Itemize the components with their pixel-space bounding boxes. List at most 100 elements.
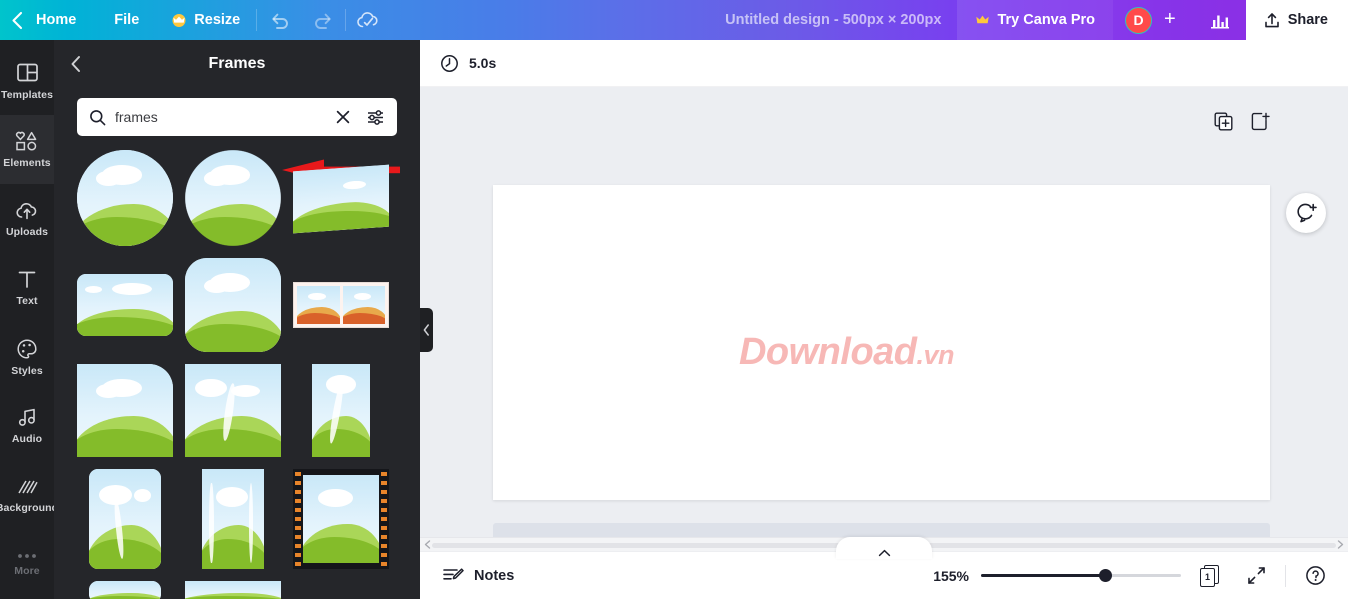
frame-thumbnail[interactable] [185,469,281,569]
frame-thumbnail[interactable] [77,469,173,569]
canva-editor-window: Home File Resize Untitled design - 500px… [0,0,1348,599]
top-toolbar: Home File Resize Untitled design - 500px… [0,0,1348,40]
sidebar-item-background[interactable]: Background [0,461,58,530]
sidebar-item-elements[interactable]: Elements [0,115,54,185]
panel-title: Frames [208,55,266,72]
notes-button[interactable]: Notes [442,566,514,586]
sidebar-item-audio[interactable]: Audio [0,392,54,461]
frames-results-grid [54,136,420,599]
fullscreen-button[interactable] [1239,559,1273,593]
search-area [54,88,420,136]
clear-search-button[interactable] [332,109,354,125]
zoom-slider[interactable] [981,566,1181,586]
templates-icon [16,61,39,84]
frame-thumbnail[interactable] [185,581,281,599]
add-comment-button[interactable] [1286,193,1326,233]
crown-icon [975,14,990,26]
sidebar-item-label: More [14,564,40,577]
frame-thumbnail[interactable] [77,258,173,352]
canvas-toolbar: 5.0s [420,40,1348,87]
notes-icon [442,566,464,586]
page-count-icon: 1 [1200,564,1220,587]
design-title[interactable]: Untitled design - 500px × 200px [709,12,957,28]
canvas-viewport[interactable]: Download.vn + Add page [420,87,1348,551]
sidebar-item-templates[interactable]: Templates [0,46,54,115]
undo-icon[interactable] [257,0,301,40]
upload-icon [1264,12,1280,29]
filter-sliders-icon[interactable] [363,109,387,126]
frame-thumbnail[interactable] [77,150,173,246]
search-bar[interactable] [77,98,397,136]
panel-back-button[interactable] [54,40,96,88]
duplicate-page-icon[interactable] [1214,112,1233,131]
page-count-button[interactable]: 1 [1193,559,1227,593]
collaborators-group[interactable]: D + [1113,0,1194,40]
file-menu-button[interactable]: File [98,0,155,40]
file-label: File [114,12,140,28]
search-input[interactable] [115,109,323,125]
share-button[interactable]: Share [1245,0,1348,40]
duration-label[interactable]: 5.0s [469,55,496,71]
sidebar-item-label: Styles [11,364,43,377]
film-sprockets-left [295,472,301,566]
elements-icon [14,130,40,152]
frame-thumbnail[interactable] [185,364,281,457]
expand-timeline-tab[interactable] [836,537,932,559]
bar-chart-icon[interactable] [1193,0,1246,40]
help-button[interactable] [1298,559,1332,593]
text-icon [17,269,37,290]
film-sprockets-right [381,472,387,566]
sidebar-item-label: Text [16,294,38,307]
redo-icon[interactable] [301,0,345,40]
cloud-check-icon[interactable] [346,0,390,40]
sidebar-item-label: Background [0,501,59,514]
watermark: Download.vn [738,331,955,374]
frame-thumbnail[interactable] [293,364,389,457]
frame-thumbnail[interactable] [185,150,281,246]
caret-left-icon[interactable] [424,540,431,549]
avatar[interactable]: D [1125,6,1152,34]
sidebar-item-text[interactable]: Text [0,253,54,322]
collapse-panel-handle[interactable] [420,308,433,352]
resize-button[interactable]: Resize [155,0,256,40]
frame-thumbnail[interactable] [293,258,389,352]
back-button[interactable] [0,0,34,40]
frame-thumbnail[interactable] [77,581,173,599]
resize-label: Resize [194,12,241,28]
sidebar-item-label: Elements [3,157,51,170]
uploads-icon [15,200,39,221]
caret-right-icon[interactable] [1337,540,1344,549]
notes-label: Notes [474,567,515,584]
crown-icon [171,13,187,27]
plus-icon[interactable]: + [1156,8,1184,33]
frame-thumbnail[interactable] [293,150,389,246]
design-page[interactable]: Download.vn [493,185,1270,500]
zoom-slider-knob[interactable] [1099,569,1112,582]
background-icon [16,477,38,497]
try-canva-pro-button[interactable]: Try Canva Pro [957,0,1113,40]
home-button[interactable]: Home [34,0,98,40]
watermark-main: Download [738,331,917,373]
bottom-divider [1285,564,1286,587]
add-page-icon[interactable] [1251,112,1270,131]
search-icon [89,109,106,126]
audio-icon [16,407,38,428]
zoom-level-label[interactable]: 155% [925,568,969,584]
frame-thumbnail[interactable] [293,469,389,569]
frame-thumbnail[interactable] [77,364,173,457]
sidebar-item-uploads[interactable]: Uploads [0,184,54,253]
canvas-area: 5.0s Download.vn [420,40,1348,599]
frame-thumbnail[interactable] [185,258,281,352]
home-label: Home [36,12,77,28]
page-number: 1 [1200,567,1215,587]
panel-header: Frames [54,40,420,88]
sidebar-item-label: Templates [0,88,54,101]
sidebar-item-label: Uploads [5,225,49,238]
help-question-icon [1305,565,1326,586]
try-canva-pro-label: Try Canva Pro [997,12,1095,28]
more-dots-icon [16,552,38,560]
sidebar-item-styles[interactable]: Styles [0,323,54,392]
sidebar-item-more[interactable]: More [0,530,54,599]
clock-icon[interactable] [440,54,459,73]
sidebar-item-label: Audio [11,433,43,446]
